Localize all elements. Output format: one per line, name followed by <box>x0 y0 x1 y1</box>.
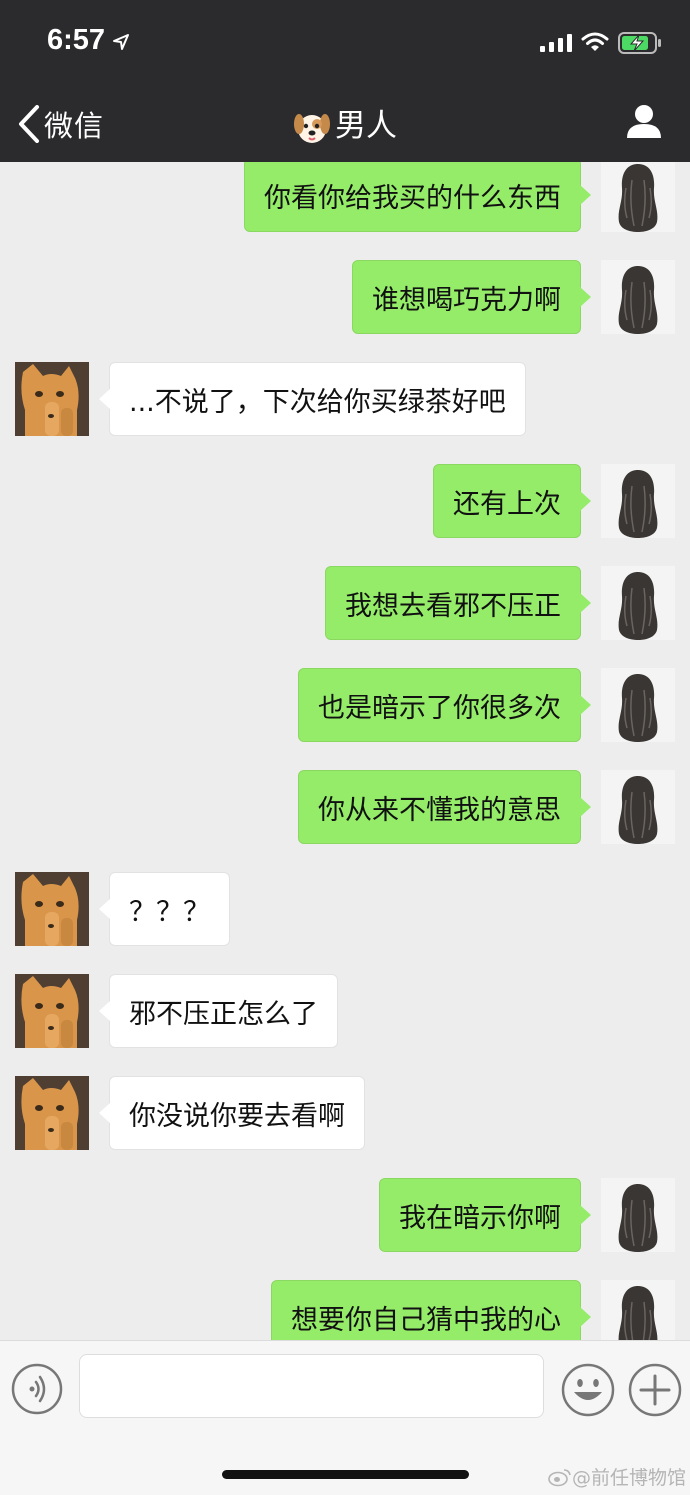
emoji-button[interactable] <box>561 1363 615 1421</box>
my-avatar[interactable] <box>601 162 675 232</box>
message-input[interactable] <box>79 1354 544 1418</box>
chat-title-text: 男人 <box>335 108 397 144</box>
input-bar: @前任博物馆 <box>0 1340 690 1495</box>
contact-avatar[interactable] <box>15 1076 89 1150</box>
long-hair-avatar-icon <box>601 668 675 742</box>
message-list[interactable]: 你看你给我买的什么东西 谁想喝巧克力啊 ...不说了，下次给你买绿茶好吧 还有上… <box>0 162 690 1340</box>
sent-message-bubble[interactable]: 也是暗示了你很多次 <box>298 668 591 742</box>
cat-avatar-icon <box>15 1076 89 1150</box>
contact-avatar[interactable] <box>15 872 89 946</box>
location-arrow-icon <box>113 34 129 50</box>
long-hair-avatar-icon <box>601 1178 675 1252</box>
sent-message-bubble[interactable]: 你从来不懂我的意思 <box>298 770 591 844</box>
sent-message-bubble[interactable]: 谁想喝巧克力啊 <box>352 260 591 334</box>
received-message-bubble[interactable]: ？？？ <box>99 872 230 946</box>
long-hair-avatar-icon <box>601 1280 675 1340</box>
long-hair-avatar-icon <box>601 566 675 640</box>
received-message-bubble[interactable]: 你没说你要去看啊 <box>99 1076 365 1150</box>
my-avatar[interactable] <box>601 464 675 538</box>
battery-charging-icon <box>618 32 661 54</box>
wifi-icon <box>581 32 609 51</box>
long-hair-avatar-icon <box>601 162 675 232</box>
my-avatar[interactable] <box>601 1280 675 1340</box>
received-message-bubble[interactable]: 邪不压正怎么了 <box>99 974 338 1048</box>
cat-avatar-icon <box>15 362 89 436</box>
long-hair-avatar-icon <box>601 464 675 538</box>
received-message-bubble[interactable]: ...不说了，下次给你买绿茶好吧 <box>99 362 526 436</box>
weibo-logo-icon <box>548 1468 571 1486</box>
voice-input-button[interactable] <box>11 1363 63 1419</box>
sent-message-bubble[interactable]: 还有上次 <box>433 464 591 538</box>
watermark-text: @前任博物馆 <box>572 1467 687 1489</box>
home-indicator[interactable] <box>222 1470 469 1479</box>
sent-message-bubble[interactable]: 你看你给我买的什么东西 <box>244 162 591 232</box>
sent-message-bubble[interactable]: 我想去看邪不压正 <box>325 566 591 640</box>
cat-avatar-icon <box>15 872 89 946</box>
chat-header: 6:57 微信 男人 <box>0 0 690 162</box>
status-time: 6:57 <box>47 24 106 56</box>
dog-face-icon <box>294 113 330 143</box>
watermark: @前任博物馆 <box>548 1463 686 1490</box>
sent-message-bubble[interactable]: 想要你自己猜中我的心 <box>271 1280 591 1340</box>
cellular-signal-icon <box>540 34 572 52</box>
long-hair-avatar-icon <box>601 770 675 844</box>
my-avatar[interactable] <box>601 770 675 844</box>
more-actions-button[interactable] <box>628 1363 682 1421</box>
long-hair-avatar-icon <box>601 260 675 334</box>
smiley-icon <box>561 1363 615 1417</box>
voice-icon <box>11 1363 63 1415</box>
my-avatar[interactable] <box>601 260 675 334</box>
my-avatar[interactable] <box>601 566 675 640</box>
my-avatar[interactable] <box>601 668 675 742</box>
cat-avatar-icon <box>15 974 89 1048</box>
sent-message-bubble[interactable]: 我在暗示你啊 <box>379 1178 591 1252</box>
person-icon <box>627 105 661 138</box>
chat-info-button[interactable] <box>625 103 663 143</box>
contact-avatar[interactable] <box>15 974 89 1048</box>
chat-title: 男人 <box>0 100 690 145</box>
plus-icon <box>628 1363 682 1417</box>
my-avatar[interactable] <box>601 1178 675 1252</box>
contact-avatar[interactable] <box>15 362 89 436</box>
